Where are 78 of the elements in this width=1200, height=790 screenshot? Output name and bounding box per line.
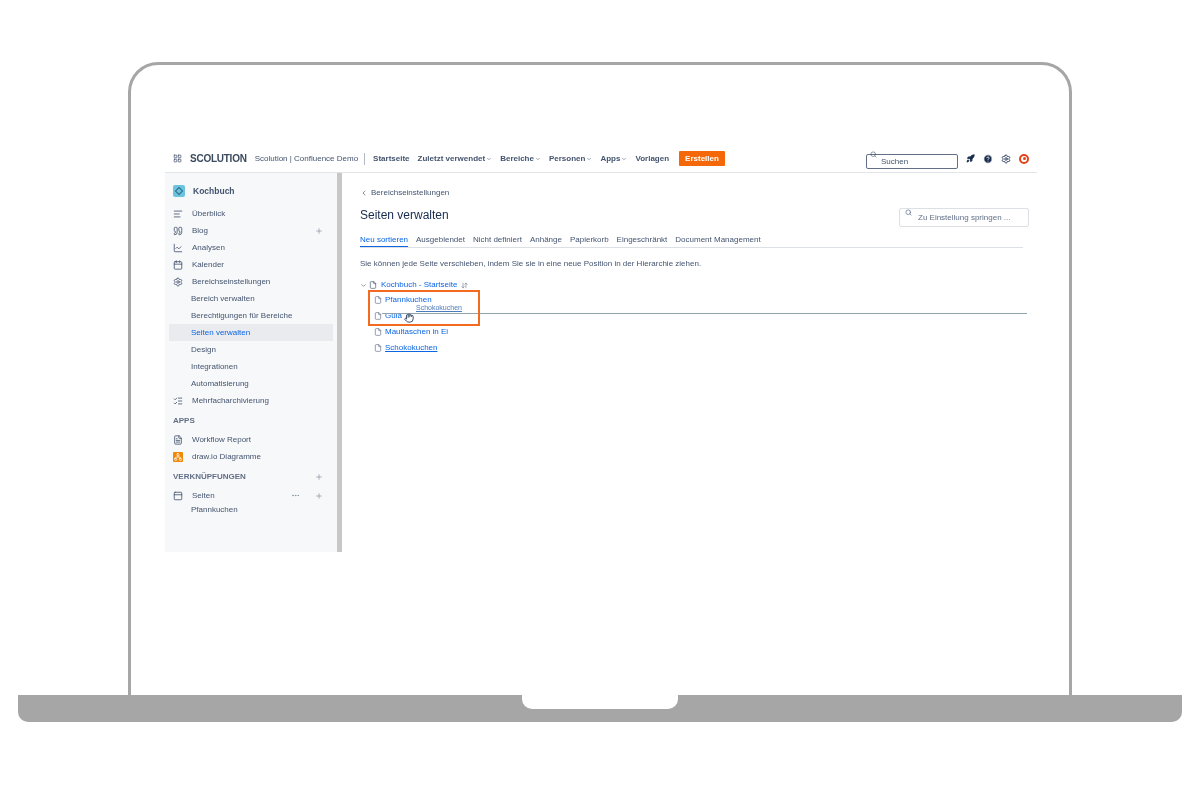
sidebar-item[interactable]: Bereichseinstellungen: [169, 273, 333, 290]
profile-avatar-icon[interactable]: [1019, 153, 1029, 164]
tree-item[interactable]: Pfannkuchen: [385, 294, 432, 306]
tree-item[interactable]: Schokokuchen: [385, 342, 438, 354]
sidebar-item[interactable]: Berechtigungen für Bereiche: [169, 307, 333, 324]
tab[interactable]: Anhänge: [529, 233, 562, 247]
tab[interactable]: Nicht definiert: [472, 233, 522, 247]
quote-icon: [173, 225, 183, 236]
tree-item[interactable]: Maultaschen in Ei: [385, 326, 449, 338]
page-icon: [374, 328, 382, 336]
settings-icon: [173, 276, 183, 287]
search-icon: [870, 150, 877, 158]
add-icon[interactable]: [315, 226, 323, 235]
tab[interactable]: Ausgeblendet: [416, 233, 465, 247]
diagram-icon: [173, 451, 183, 462]
tab[interactable]: Neu sortieren: [360, 233, 409, 247]
sidebar-item[interactable]: Integrationen: [169, 358, 333, 375]
page-link[interactable]: Pfannkuchen: [169, 504, 333, 516]
help-icon[interactable]: [983, 153, 993, 164]
search-field[interactable]: Suchen: [866, 153, 958, 169]
nav-menu-item[interactable]: Zuletzt verwendet: [417, 152, 493, 165]
expand-icon[interactable]: [360, 281, 367, 289]
site-title[interactable]: Scolution | Confluence Demo: [254, 152, 366, 165]
add-icon[interactable]: [315, 473, 323, 481]
sidebar-item[interactable]: Überblick: [169, 205, 333, 222]
page-icon: [374, 344, 382, 352]
settings-icon[interactable]: [1001, 153, 1011, 164]
nav-menu-item[interactable]: Startseite: [373, 152, 410, 165]
space-logo-icon: [173, 185, 185, 197]
sort-icon[interactable]: [461, 281, 469, 289]
page-title: Seiten verwalten: [360, 207, 449, 224]
chevron-down-icon: [534, 155, 541, 162]
sidebar-item[interactable]: Blog: [169, 222, 333, 239]
checklist-icon: [173, 395, 183, 406]
nav-menu-item[interactable]: Vorlagen: [635, 152, 670, 165]
sidebar-item[interactable]: Automatisierung: [169, 375, 333, 392]
lines-icon: [173, 208, 183, 219]
sidebar-item[interactable]: draw.io Diagramme: [169, 448, 333, 465]
chart-icon: [173, 242, 183, 253]
scrollbar[interactable]: [337, 173, 342, 552]
chevron-down-icon: [586, 155, 593, 162]
sidebar-item[interactable]: Bereich verwalten: [169, 290, 333, 307]
chevron-down-icon: [486, 155, 493, 162]
search-icon: [905, 209, 912, 216]
section-heading: APPS: [173, 415, 195, 427]
page-icon: [173, 490, 183, 501]
sidebar-item[interactable]: Analysen: [169, 239, 333, 256]
sidebar-item[interactable]: Kalender: [169, 256, 333, 273]
sidebar-item[interactable]: Workflow Report: [169, 431, 333, 448]
back-icon[interactable]: [360, 189, 368, 197]
nav-menu-item[interactable]: Personen: [548, 152, 593, 165]
more-icon[interactable]: [291, 491, 300, 500]
page-icon: [374, 296, 382, 304]
instruction-text: Sie können jede Seite verschieben, indem Sie sie in eine neue Position in der Hierarchie ziehen.: [360, 258, 703, 270]
nav-menu-item[interactable]: Bereiche: [500, 152, 541, 165]
tab[interactable]: Document Management: [675, 233, 761, 247]
app-switcher-icon[interactable]: [173, 154, 182, 163]
space-name[interactable]: Kochbuch: [193, 184, 235, 198]
breadcrumb-link[interactable]: Bereichseinstellungen: [371, 187, 450, 199]
page-icon: [369, 281, 377, 289]
sidebar-item[interactable]: Seiten verwalten: [169, 324, 333, 341]
calendar-icon: [173, 259, 183, 270]
tab[interactable]: Eingeschränkt: [616, 233, 668, 247]
chevron-down-icon: [621, 155, 628, 162]
tab[interactable]: Papierkorb: [569, 233, 609, 247]
nav-menu-item[interactable]: Apps: [600, 152, 628, 165]
section-heading: VERKNÜPFUNGEN: [173, 471, 246, 483]
cursor-icon: [404, 313, 414, 323]
document-icon: [173, 434, 183, 445]
company-logo[interactable]: SCOLUTION: [190, 151, 247, 166]
add-icon[interactable]: [315, 491, 323, 500]
sidebar-item[interactable]: Seiten: [169, 487, 333, 504]
rocket-icon[interactable]: [966, 154, 975, 163]
sidebar-item[interactable]: Mehrfacharchivierung: [169, 392, 333, 409]
page-icon: [374, 312, 382, 320]
jump-search-field[interactable]: Zu Einstellung springen ...: [899, 208, 1029, 227]
sidebar-item[interactable]: Design: [169, 341, 333, 358]
tree-item[interactable]: Kochbuch - Startseite: [381, 279, 458, 291]
